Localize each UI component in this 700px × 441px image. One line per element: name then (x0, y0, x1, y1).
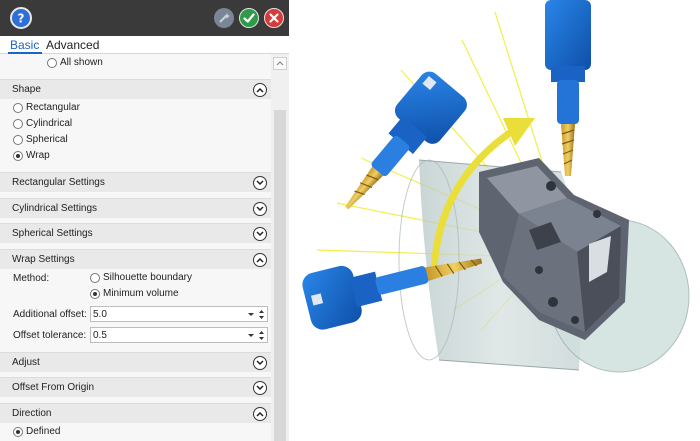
all-shown-radio[interactable] (47, 58, 57, 68)
wrap-radio[interactable] (13, 151, 23, 161)
vertical-tool-holder (545, 0, 591, 176)
cylindrical-radio[interactable] (13, 119, 23, 129)
offset-tolerance-field[interactable] (90, 327, 268, 343)
expand-adjust-icon[interactable] (253, 356, 267, 370)
method-silhouette[interactable]: Silhouette boundary (0, 272, 271, 286)
additional-offset-input[interactable] (93, 308, 243, 320)
shape-option-cylindrical[interactable]: Cylindrical (0, 118, 271, 132)
shape-option-spherical[interactable]: Spherical (0, 134, 271, 148)
offset-tolerance-label: Offset tolerance: (13, 330, 87, 341)
defined-radio[interactable] (13, 427, 23, 437)
svg-text:?: ? (18, 12, 25, 26)
silhouette-label: Silhouette boundary (103, 272, 192, 283)
collapse-wrap-icon[interactable] (253, 253, 267, 267)
additional-offset-label: Additional offset: (13, 309, 87, 320)
shape-option-wrap[interactable]: Wrap (0, 150, 271, 164)
wrap-settings-title: Wrap Settings (12, 254, 75, 265)
collapse-direction-icon[interactable] (253, 407, 267, 421)
shape-option-rectangular[interactable]: Rectangular (0, 102, 271, 116)
scrollbar-thumb[interactable] (274, 110, 286, 441)
section-offset-from-origin[interactable]: Offset From Origin (0, 377, 271, 397)
direction-option-defined[interactable]: Defined (0, 426, 271, 440)
wand-icon[interactable] (214, 8, 234, 28)
settings-panel: ? Basic Advanced All shown Shape Rectang… (0, 0, 289, 441)
minimum-volume-radio[interactable] (90, 289, 100, 299)
scroll-up-button[interactable] (273, 57, 287, 70)
all-shown-label: All shown (60, 57, 103, 68)
cylindrical-label: Cylindrical (26, 118, 73, 129)
offset-tolerance-input[interactable] (93, 329, 243, 341)
expand-cylindrical-icon[interactable] (253, 202, 267, 216)
tab-bar: Basic Advanced (0, 36, 289, 54)
ok-button[interactable] (239, 8, 259, 28)
collapse-shape-icon[interactable] (253, 83, 267, 97)
wrap-label: Wrap (26, 150, 50, 161)
tab-basic[interactable]: Basic (10, 38, 39, 52)
silhouette-radio[interactable] (90, 273, 100, 283)
additional-offset-stepper[interactable] (245, 308, 265, 321)
expand-offset-origin-icon[interactable] (253, 381, 267, 395)
3d-viewport[interactable] (289, 0, 700, 441)
section-spherical-settings[interactable]: Spherical Settings (0, 223, 271, 243)
section-direction[interactable]: Direction (0, 403, 271, 423)
panel-toolbar: ? (0, 0, 289, 36)
cancel-button[interactable] (264, 8, 284, 28)
adjust-title: Adjust (12, 357, 40, 368)
section-shape[interactable]: Shape (0, 79, 271, 99)
panel-content: All shown Shape Rectangular Cylindrical … (0, 54, 271, 441)
section-wrap-settings[interactable]: Wrap Settings (0, 249, 271, 269)
spherical-label: Spherical (26, 134, 68, 145)
help-icon[interactable]: ? (10, 7, 32, 29)
spherical-settings-title: Spherical Settings (12, 228, 93, 239)
minimum-volume-label: Minimum volume (103, 288, 179, 299)
cylindrical-settings-title: Cylindrical Settings (12, 203, 98, 214)
checkmark-icon (243, 13, 255, 23)
section-rectangular-settings[interactable]: Rectangular Settings (0, 172, 271, 192)
defined-label: Defined (26, 426, 61, 437)
direction-title: Direction (12, 408, 52, 419)
offset-from-origin-title: Offset From Origin (12, 382, 95, 393)
expand-spherical-icon[interactable] (253, 227, 267, 241)
additional-offset-field[interactable] (90, 306, 268, 322)
spherical-radio[interactable] (13, 135, 23, 145)
option-all-shown[interactable]: All shown (0, 56, 271, 70)
offset-tolerance-stepper[interactable] (245, 329, 265, 342)
rectangular-settings-title: Rectangular Settings (12, 177, 105, 188)
method-minimum-volume[interactable]: Minimum volume (0, 288, 271, 302)
section-cylindrical-settings[interactable]: Cylindrical Settings (0, 198, 271, 218)
rectangular-label: Rectangular (26, 102, 80, 113)
tab-advanced[interactable]: Advanced (46, 38, 99, 52)
close-icon (269, 13, 279, 23)
shape-title: Shape (12, 84, 41, 95)
rectangular-radio[interactable] (13, 103, 23, 113)
expand-rectangular-icon[interactable] (253, 176, 267, 190)
section-adjust[interactable]: Adjust (0, 352, 271, 372)
